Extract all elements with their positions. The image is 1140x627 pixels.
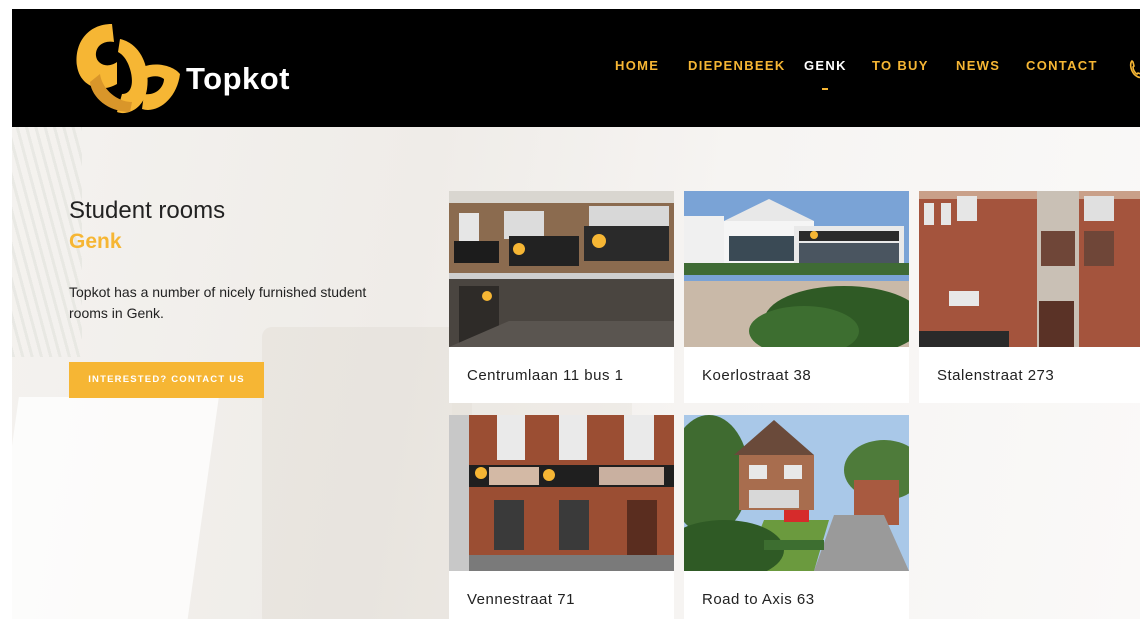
property-card-centrumlaan[interactable]: Centrumlaan 11 bus 1: [449, 191, 674, 403]
page-title: Student rooms: [69, 197, 226, 224]
topkot-logo[interactable]: Topkot: [72, 14, 302, 119]
property-card-stalenstraat[interactable]: Stalenstraat 273: [919, 191, 1140, 403]
phone-icon[interactable]: [1129, 59, 1140, 79]
contact-us-button[interactable]: INTERESTED? CONTACT US: [69, 362, 264, 398]
property-photo: [684, 191, 909, 347]
property-card-road-to-axis[interactable]: Road to Axis 63: [684, 415, 909, 627]
page-subtitle: Genk: [69, 230, 122, 253]
property-name: Vennestraat 71: [467, 591, 575, 608]
nav-contact[interactable]: CONTACT: [1026, 58, 1098, 73]
page-description: Topkot has a number of nicely furnished …: [69, 284, 367, 321]
nav-home[interactable]: HOME: [615, 58, 659, 73]
property-photo: [449, 415, 674, 571]
property-card-vennestraat[interactable]: Vennestraat 71: [449, 415, 674, 627]
nav-to-buy[interactable]: TO BUY: [872, 58, 929, 73]
property-card-koerlostraat[interactable]: Koerlostraat 38: [684, 191, 909, 403]
property-photo: [919, 191, 1140, 347]
nav-genk[interactable]: GENK: [804, 58, 847, 73]
property-name: Road to Axis 63: [702, 591, 815, 608]
nav-active-indicator: [822, 88, 828, 90]
brand-name: Topkot: [186, 61, 291, 96]
property-photo: [449, 191, 674, 347]
property-name: Centrumlaan 11 bus 1: [467, 367, 624, 384]
nav-news[interactable]: NEWS: [956, 58, 1000, 73]
property-name: Stalenstraat 273: [937, 367, 1055, 384]
site-header: Topkot HOME DIEPENBEEK GENK TO BUY NEWS …: [12, 9, 1140, 127]
background-chair: [262, 327, 472, 619]
logo-mark-icon: [76, 24, 180, 114]
property-photo: [684, 415, 909, 571]
property-name: Koerlostraat 38: [702, 367, 812, 384]
nav-diepenbeek[interactable]: DIEPENBEEK: [688, 58, 786, 73]
background-table: [12, 397, 219, 619]
